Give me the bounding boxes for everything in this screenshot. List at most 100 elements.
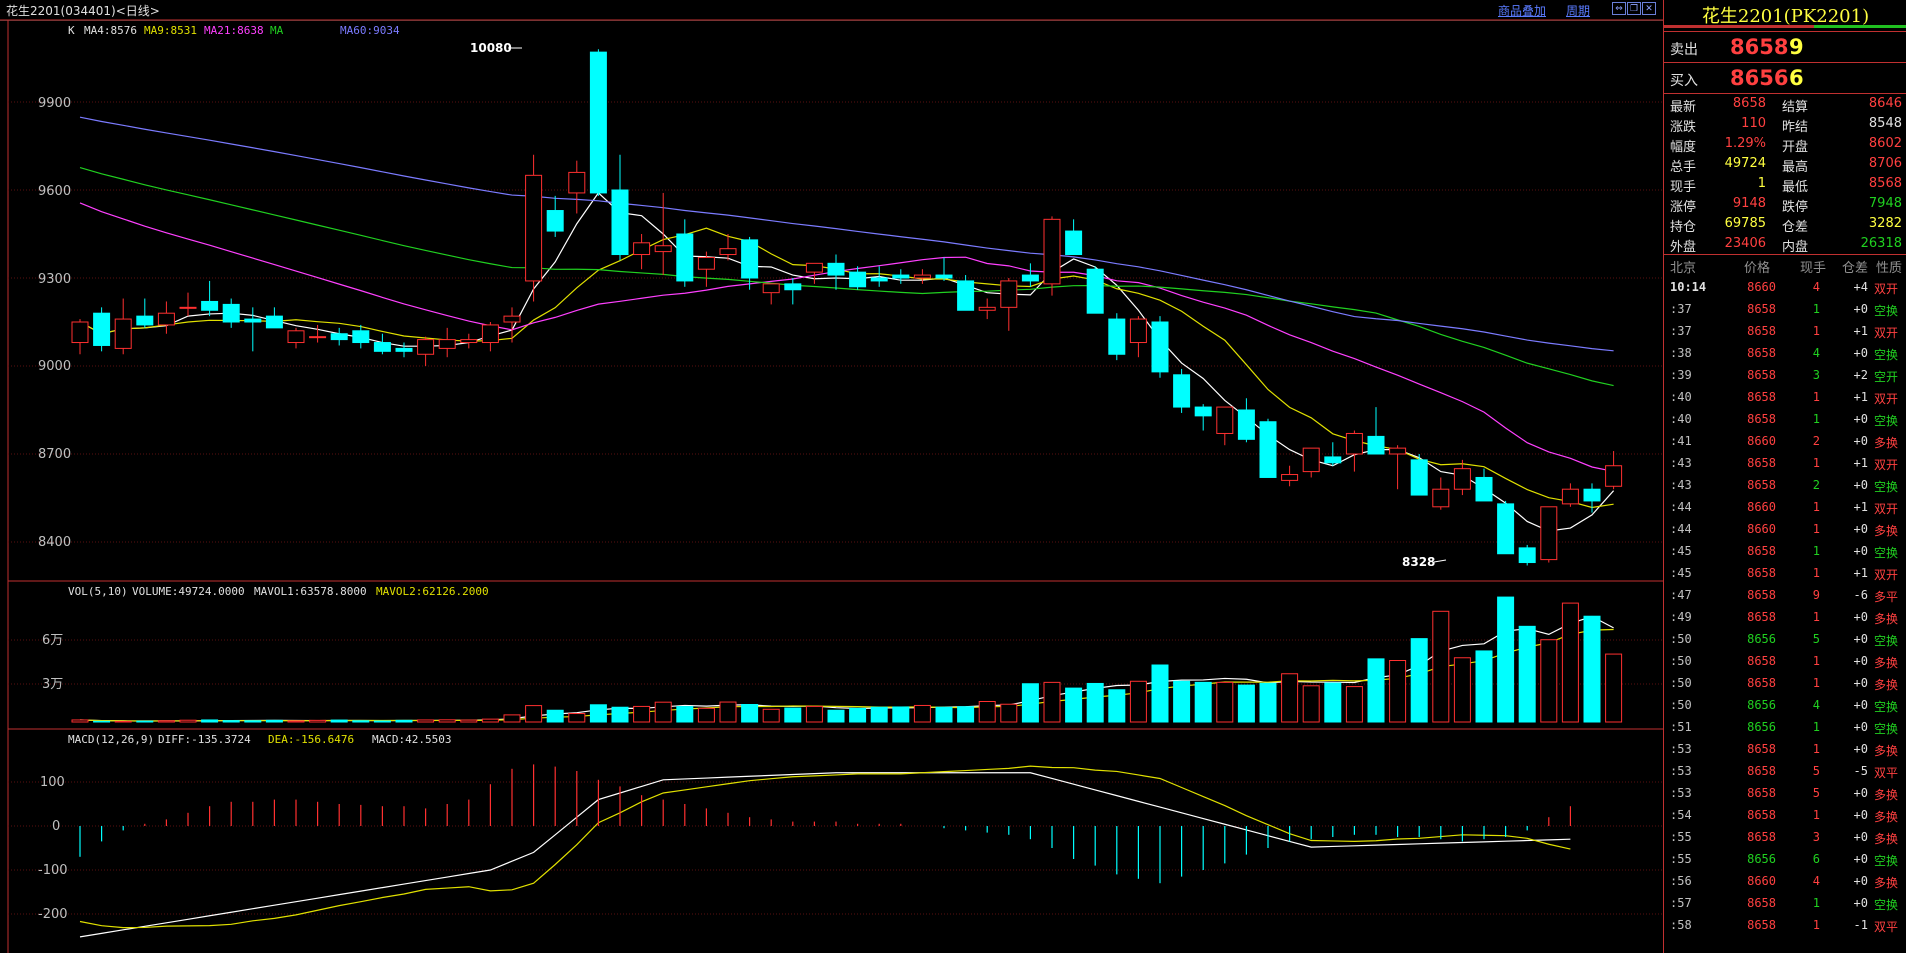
candle-body [935, 274, 953, 279]
candle-body [244, 318, 262, 323]
tick-volume: 1 [1812, 500, 1820, 514]
tick-list[interactable]: 10:14 8660 4 +4 双开:37 8658 1 +0 空换 :37 8658 1 +1 双开 :3… [1664, 277, 1906, 953]
volume-bar [589, 704, 607, 723]
tick-row[interactable]: :50 8658 1 +0 多换 [1664, 673, 1906, 695]
tick-row[interactable]: :50 8658 1 +0 多换 [1664, 651, 1906, 673]
candle-body [805, 262, 823, 273]
tick-oi-change: +1 [1853, 500, 1868, 514]
bid-ask-ratio-bar-green [1814, 25, 1906, 28]
tick-oi-change: +0 [1853, 830, 1868, 844]
tick-volume: 1 [1812, 412, 1820, 426]
tick-volume: 3 [1812, 368, 1820, 382]
tick-oi-change: +0 [1853, 522, 1868, 536]
volume-bar [1216, 681, 1234, 723]
tick-time: :51 [1670, 720, 1692, 734]
diff-line [79, 772, 1571, 938]
dea-legend: DEA:-156.6476 [268, 733, 354, 746]
tick-row[interactable]: :44 8660 1 +0 多换 [1664, 519, 1906, 541]
volume-bar [201, 719, 219, 723]
tick-header-volume: 现手 [1800, 261, 1827, 276]
kline-chart[interactable]: 9900 9600 9300 9000 8700 8400 6万 3万 100 … [0, 0, 1663, 953]
tick-time: :56 [1670, 874, 1692, 888]
quote-label: 仓差 [1782, 220, 1809, 235]
tick-type: 多换 [1874, 656, 1899, 670]
tick-oi-change: +0 [1853, 720, 1868, 734]
tick-time: :37 [1670, 324, 1692, 338]
tick-row[interactable]: :41 8660 2 +0 多换 [1664, 431, 1906, 453]
candle-body [1345, 432, 1363, 455]
volume-bar [1173, 680, 1191, 723]
tick-time: :53 [1670, 764, 1692, 778]
tick-header-price: 价格 [1744, 261, 1771, 276]
tick-type: 空换 [1874, 414, 1899, 428]
bid-label: 买入 [1670, 73, 1698, 89]
volume-bar [805, 705, 823, 723]
tick-oi-change: +2 [1853, 368, 1868, 382]
tick-oi-change: +0 [1853, 632, 1868, 646]
tick-row[interactable]: :50 8656 5 +0 空换 [1664, 629, 1906, 651]
candle-body [136, 315, 154, 326]
tick-row[interactable]: :47 8658 9 -6 多平 [1664, 585, 1906, 607]
ma4-line [79, 192, 1615, 532]
candle-body [589, 51, 607, 194]
tick-row[interactable]: :58 8658 1 -1 双平 [1664, 915, 1906, 937]
tick-oi-change: +0 [1853, 852, 1868, 866]
candle-body [503, 315, 521, 323]
candle-body [1367, 435, 1385, 455]
candle-body [978, 306, 996, 311]
candle-body [697, 256, 715, 270]
tick-header-type: 性质 [1876, 261, 1903, 276]
candles [71, 49, 1623, 566]
tick-volume: 5 [1812, 786, 1820, 800]
tick-row[interactable]: :51 8656 1 +0 空换 [1664, 717, 1906, 739]
quote-panel: 花生2201(PK2201) 卖出 8658 9 买入 8656 6 最新 865… [1663, 0, 1906, 953]
volume-bar [438, 719, 456, 723]
tick-oi-change: +0 [1853, 676, 1868, 690]
tick-row[interactable]: :55 8658 3 +0 多换 [1664, 827, 1906, 849]
tick-row[interactable]: :57 8658 1 +0 空换 [1664, 893, 1906, 915]
tick-row[interactable]: :43 8658 1 +1 双开 [1664, 453, 1906, 475]
candle-body [460, 339, 478, 344]
tick-row[interactable]: :45 8658 1 +1 双开 [1664, 563, 1906, 585]
tick-row[interactable]: :43 8658 2 +0 空换 [1664, 475, 1906, 497]
candle-body [568, 171, 586, 194]
tick-row[interactable]: :40 8658 1 +1 双开 [1664, 387, 1906, 409]
tick-type: 双开 [1874, 458, 1899, 472]
tick-oi-change: +0 [1853, 874, 1868, 888]
tick-row[interactable]: :39 8658 3 +2 空开 [1664, 365, 1906, 387]
quote-value: 8706 [1868, 156, 1902, 171]
tick-row[interactable]: :50 8656 4 +0 空换 [1664, 695, 1906, 717]
tick-time: :50 [1670, 654, 1692, 668]
tick-type: 空换 [1874, 304, 1899, 318]
tick-row[interactable]: :37 8658 1 +0 空换 [1664, 299, 1906, 321]
tick-price: 8658 [1747, 324, 1776, 338]
low-price-label: 8328 [1402, 555, 1435, 569]
tick-row[interactable]: :40 8658 1 +0 空换 [1664, 409, 1906, 431]
volume-bar [1605, 653, 1623, 723]
quote-value: 69785 [1724, 216, 1766, 231]
tick-row[interactable]: :53 8658 1 +0 多换 [1664, 739, 1906, 761]
tick-row[interactable]: :53 8658 5 -5 双平 [1664, 761, 1906, 783]
tick-row[interactable]: :49 8658 1 +0 多换 [1664, 607, 1906, 629]
mavol2-legend: MAVOL2:62126.2000 [376, 585, 489, 598]
candle-body [611, 189, 629, 256]
tick-row[interactable]: :54 8658 1 +0 多换 [1664, 805, 1906, 827]
tick-row[interactable]: :56 8660 4 +0 多换 [1664, 871, 1906, 893]
tick-oi-change: +1 [1853, 456, 1868, 470]
tick-row[interactable]: :53 8658 5 +0 多换 [1664, 783, 1906, 805]
volume-bar [1518, 625, 1536, 723]
tick-row[interactable]: 10:14 8660 4 +4 双开 [1664, 277, 1906, 299]
tick-row[interactable]: :55 8656 6 +0 空换 [1664, 849, 1906, 871]
tick-row[interactable]: :44 8660 1 +1 双开 [1664, 497, 1906, 519]
tick-price: 8656 [1747, 720, 1776, 734]
tick-row[interactable]: :37 8658 1 +1 双开 [1664, 321, 1906, 343]
volume-bar [136, 720, 154, 723]
tick-row[interactable]: :45 8658 1 +0 空换 [1664, 541, 1906, 563]
tick-row[interactable]: :38 8658 4 +0 空换 [1664, 343, 1906, 365]
tick-type: 空换 [1874, 722, 1899, 736]
candle-body [719, 248, 737, 256]
tick-price: 8658 [1747, 302, 1776, 316]
tick-price: 8658 [1747, 544, 1776, 558]
volume-bar [417, 719, 435, 723]
tick-type: 空换 [1874, 854, 1899, 868]
